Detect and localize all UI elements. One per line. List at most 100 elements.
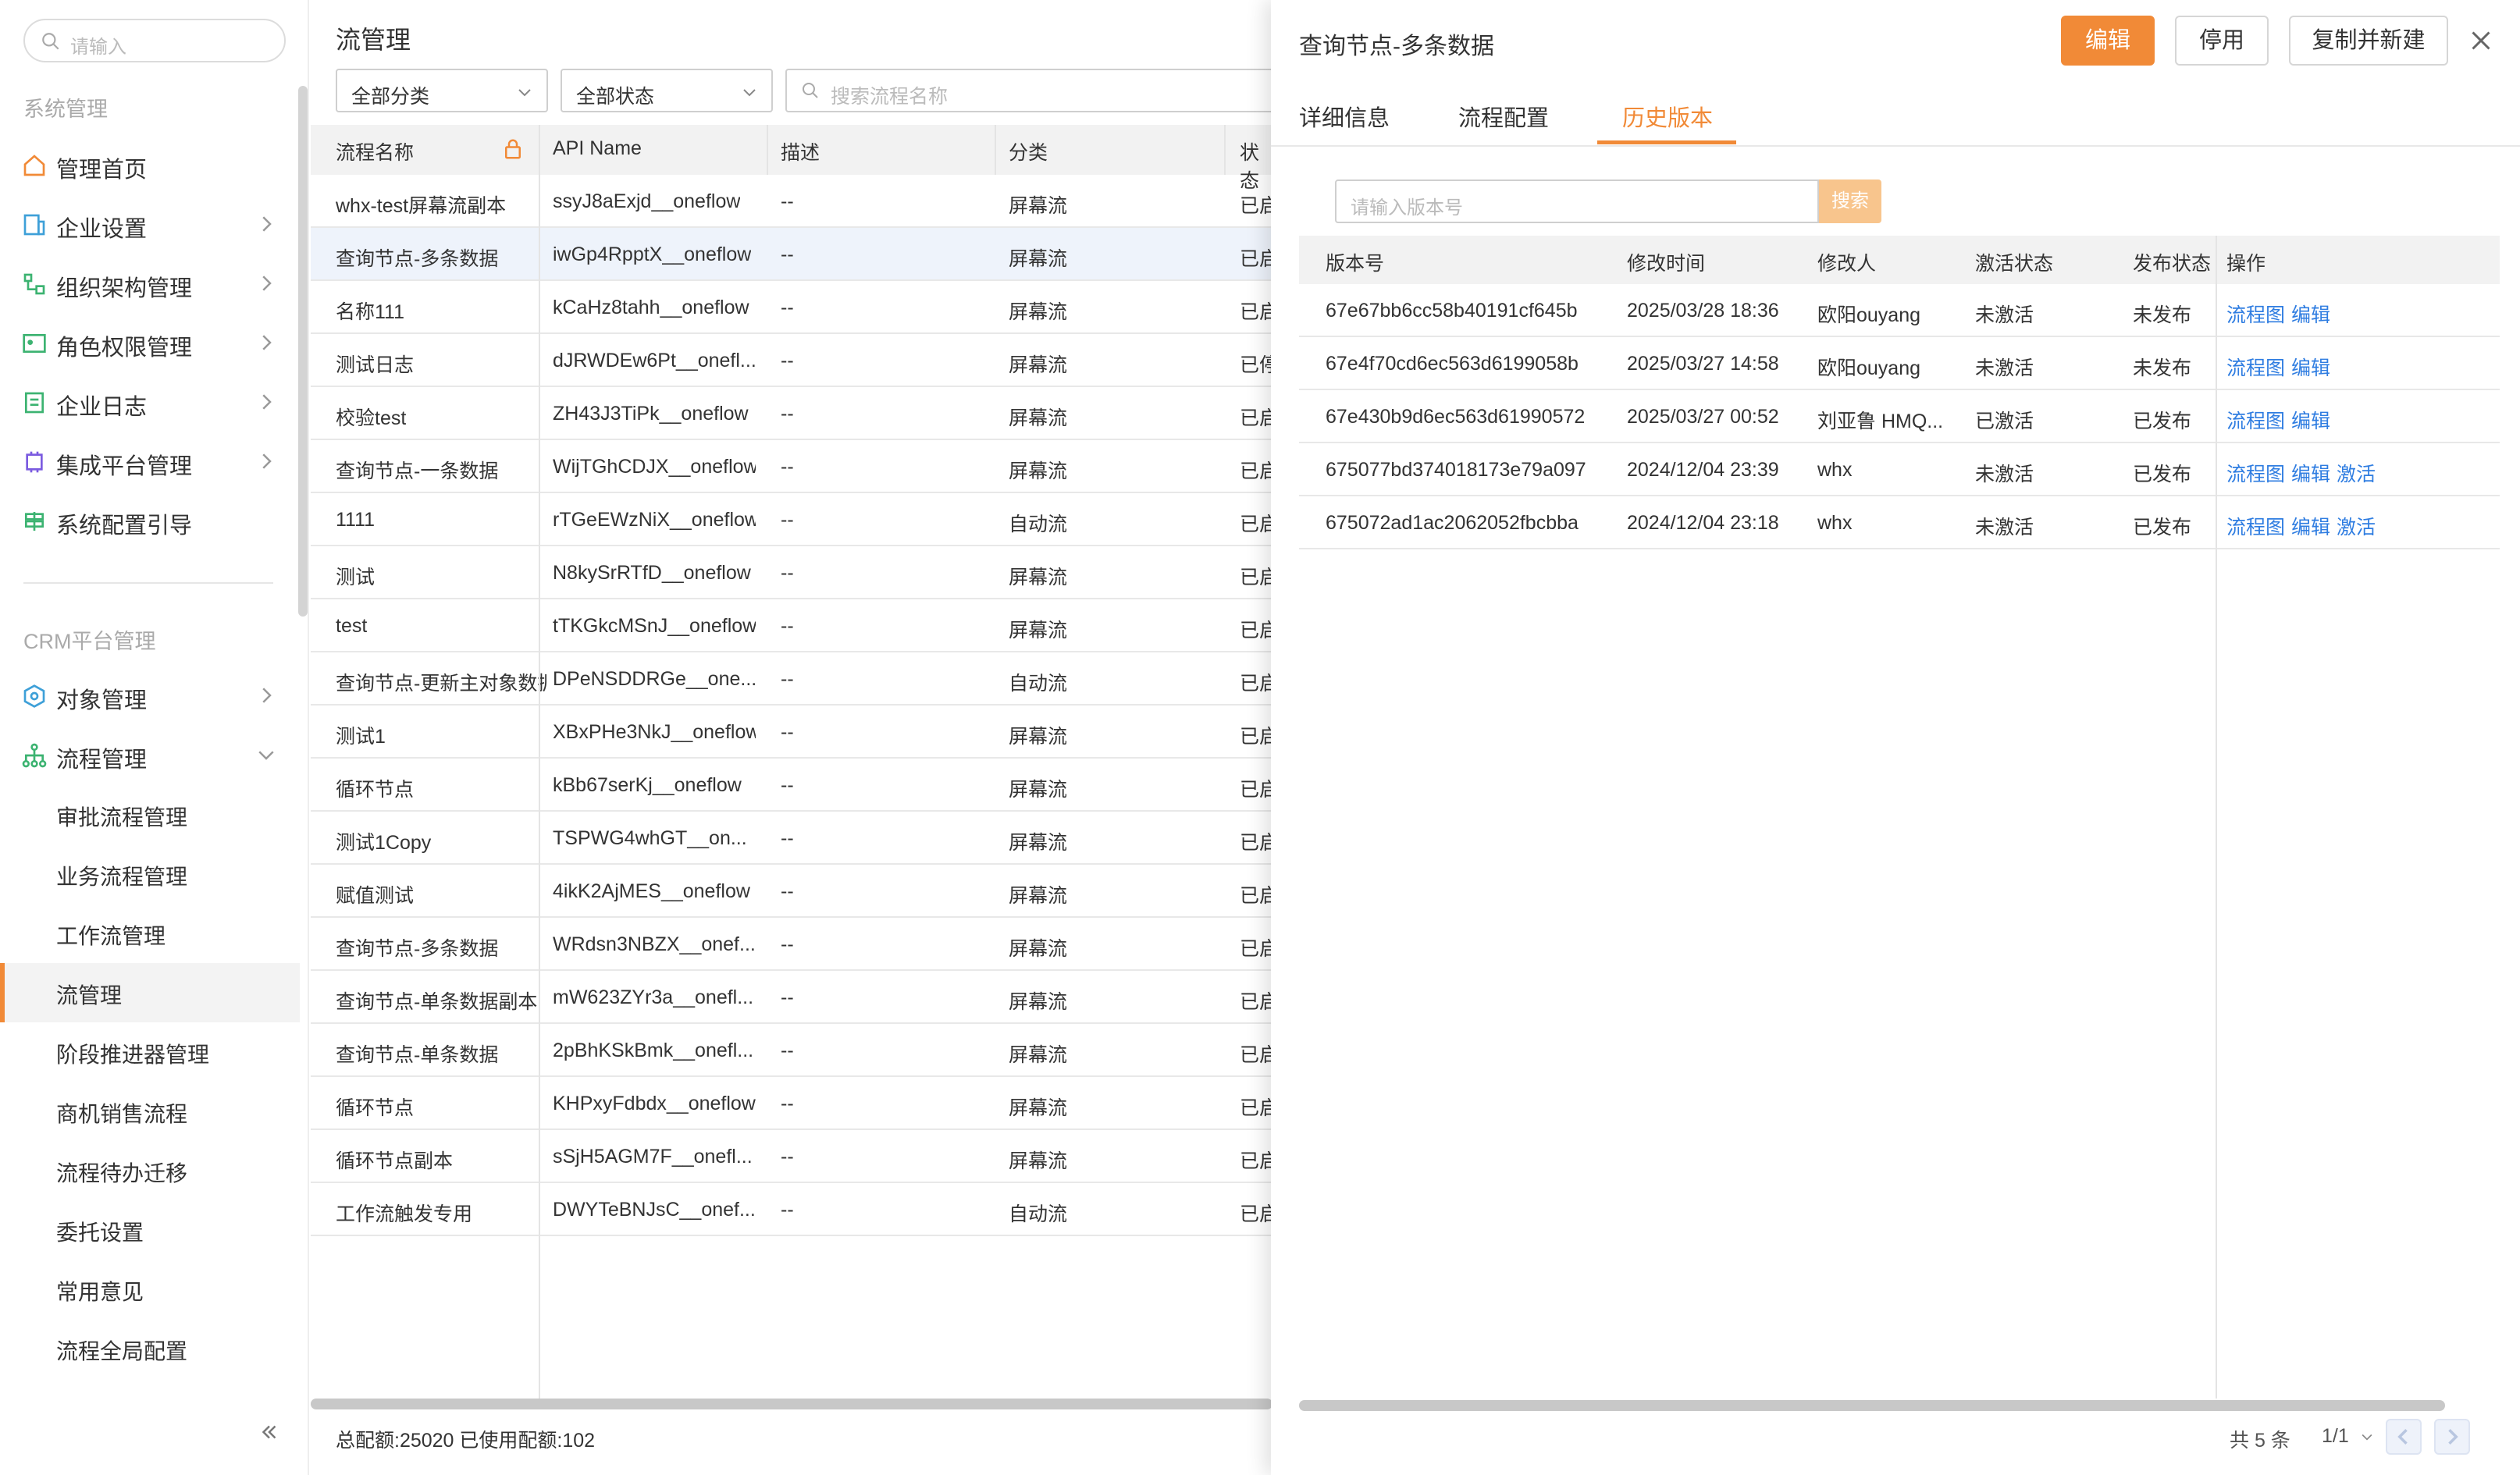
table-row[interactable]: 工作流触发专用 DWYTeBNJsC__onef... -- 自动流 已启 [311,1183,1272,1236]
table-cell-api: sSjH5AGM7F__onefl... [553,1146,753,1168]
status-select[interactable]: 全部状态 [561,69,773,112]
table-horizontal-scrollbar[interactable] [311,1399,1272,1409]
sidebar-subitem[interactable]: 常用意见 [0,1260,300,1319]
edit-button[interactable]: 编辑 [2061,16,2155,66]
sidebar-subitem[interactable]: 流程待办迁移 [0,1141,300,1200]
table-cell-desc: -- [781,668,794,690]
table-row[interactable]: 循环节点副本 sSjH5AGM7F__onefl... -- 屏幕流 已启 [311,1130,1272,1183]
table-row[interactable]: 查询节点-多条数据 WRdsn3NBZX__onef... -- 屏幕流 已启 [311,918,1272,971]
table-cell-cat: 屏幕流 [1009,567,1068,588]
copy-and-create-button[interactable]: 复制并新建 [2289,16,2448,66]
sidebar-subitem[interactable]: 委托设置 [0,1200,300,1260]
version-action-link[interactable]: 编辑 [2291,517,2330,538]
table-cell-api: kCaHz8tahh__oneflow [553,297,749,318]
table-row[interactable]: 循环节点 kBb67serKj__oneflow -- 屏幕流 已启 [311,759,1272,812]
sidebar-subitem[interactable]: 商机销售流程 [0,1082,300,1141]
table-row[interactable]: 1111 rTGeEWzNiX__oneflow -- 自动流 已启 [311,493,1272,546]
version-action-link[interactable]: 编辑 [2291,357,2330,379]
version-action-link[interactable]: 编辑 [2291,304,2330,326]
sidebar-item-objects[interactable]: 对象管理 [0,666,300,726]
version-action-link[interactable]: 流程图 [2226,357,2285,379]
table-row[interactable]: 查询节点-单条数据副本 mW623ZYr3a__onefl... -- 屏幕流 已启 [311,971,1272,1024]
lock-icon[interactable] [501,137,525,161]
table-cell-status: 已启 [1240,779,1271,801]
table-row[interactable]: 测试日志 dJRWDEw6Pt__onefl... -- 屏幕流 已停 [311,334,1272,387]
table-row[interactable]: 查询节点-多条数据 iwGp4RpptX__oneflow -- 屏幕流 已启 [311,228,1272,281]
sidebar-subitem-label: 工作流管理 [56,924,166,948]
column-header-modifier: 修改人 [1817,253,1877,275]
table-cell-api: ssyJ8aExjd__oneflow [553,190,741,212]
table-cell-api: TSPWG4whGT__on... [553,827,747,849]
version-action-link[interactable]: 编辑 [2291,411,2330,432]
sidebar-subitem[interactable]: 业务流程管理 [0,844,300,904]
table-row[interactable]: test tTKGkcMSnJ__oneflow -- 屏幕流 已启 [311,599,1272,652]
table-row[interactable]: 赋值测试 4ikK2AjMES__oneflow -- 屏幕流 已启 [311,865,1272,918]
sidebar-item-integration[interactable]: 集成平台管理 [0,432,300,492]
chevron-right-icon [262,394,272,410]
prev-page-button[interactable] [2386,1419,2422,1455]
table-row[interactable]: 循环节点 KHPxyFdbdx__oneflow -- 屏幕流 已启 [311,1077,1272,1130]
table-row[interactable]: 校验test ZH43J3TiPk__oneflow -- 屏幕流 已启 [311,387,1272,440]
version-cell-time: 2025/03/27 00:52 [1627,406,1779,428]
sidebar-subitem-label: 阶段推进器管理 [56,1043,210,1067]
version-action-link[interactable]: 流程图 [2226,411,2285,432]
table-cell-cat: 屏幕流 [1009,460,1068,482]
table-cell-desc: -- [781,774,794,796]
sidebar-subitem[interactable]: 流程全局配置 [0,1319,300,1378]
version-actions: 流程图 编辑 [2226,406,2337,434]
table-row[interactable]: whx-test屏幕流副本 ssyJ8aExjd__oneflow -- 屏幕流 已启 [311,175,1272,228]
table-cell-desc: -- [781,1146,794,1168]
version-row: 675077bd374018173e79a097 2024/12/04 23:39… [1299,443,2500,496]
version-action-link[interactable]: 激活 [2337,517,2376,538]
sidebar-search-input[interactable]: 请输入 [23,19,286,62]
version-table-scrollbar[interactable] [1299,1400,2445,1411]
tab-history-versions[interactable]: 历史版本 [1622,100,1713,133]
sidebar-item-flow-management[interactable]: 流程管理 [0,726,300,785]
page-indicator[interactable]: 1/1 [2322,1425,2375,1448]
sidebar-item-roles[interactable]: 角色权限管理 [0,314,300,373]
version-action-link[interactable]: 编辑 [2291,464,2330,485]
table-row[interactable]: 测试1Copy TSPWG4whGT__on... -- 屏幕流 已启 [311,812,1272,865]
version-action-link[interactable]: 流程图 [2226,517,2285,538]
version-actions: 流程图 编辑 激活 [2226,459,2382,487]
sidebar-item-config-guide[interactable]: 系统配置引导 [0,492,300,551]
sidebar-item-logs[interactable]: 企业日志 [0,373,300,432]
column-header-desc: 描述 [781,142,820,164]
sidebar-item-label: 管理首页 [56,158,148,183]
chevron-down-icon [518,89,531,97]
table-row[interactable]: 查询节点-单条数据 2pBhKSkBmk__onefl... -- 屏幕流 已启 [311,1024,1272,1077]
sidebar-subitem[interactable]: 流管理 [0,963,300,1022]
close-icon[interactable] [2467,27,2495,55]
flow-search-input[interactable]: 搜索流程名称 [785,69,1285,112]
table-row[interactable]: 查询节点-一条数据 WijTGhCDJX__oneflow -- 屏幕流 已启 [311,440,1272,493]
table-cell-desc: -- [781,721,794,743]
collapse-sidebar-icon[interactable] [258,1420,281,1444]
version-action-link[interactable]: 激活 [2337,464,2376,485]
sidebar-item-enterprise-settings[interactable]: 企业设置 [0,195,300,254]
disable-button[interactable]: 停用 [2175,16,2269,66]
sidebar-subitem[interactable]: 阶段推进器管理 [0,1022,300,1082]
version-row: 67e4f70cd6ec563d6199058b 2025/03/27 14:58… [1299,337,2500,390]
category-select[interactable]: 全部分类 [336,69,548,112]
version-action-link[interactable]: 流程图 [2226,464,2285,485]
version-search-button[interactable]: 搜索 [1819,179,1881,223]
sidebar-subitem[interactable]: 审批流程管理 [0,785,300,844]
table-row[interactable]: 查询节点-更新主对象数据 DPeNSDDRGe__one... -- 自动流 已启 [311,652,1272,706]
column-header-active-status: 激活状态 [1975,253,2054,275]
table-cell-cat: 屏幕流 [1009,991,1068,1013]
next-page-button[interactable] [2434,1419,2470,1455]
column-divider [1224,125,1226,175]
table-row[interactable]: 名称111 kCaHz8tahh__oneflow -- 屏幕流 已启 [311,281,1272,334]
tab-flow-config[interactable]: 流程配置 [1458,100,1549,133]
table-row[interactable]: 测试 N8kySrRTfD__oneflow -- 屏幕流 已启 [311,546,1272,599]
table-cell-cat: 屏幕流 [1009,1044,1068,1066]
tab-details[interactable]: 详细信息 [1299,100,1390,133]
version-action-link[interactable]: 流程图 [2226,304,2285,326]
version-search-input[interactable]: 请输入版本号 [1335,179,1819,223]
table-row[interactable]: 测试1 XBxPHe3NkJ__oneflow -- 屏幕流 已启 [311,706,1272,759]
sidebar-item-org[interactable]: 组织架构管理 [0,254,300,314]
sidebar-item-home[interactable]: 管理首页 [0,136,300,195]
sidebar-scrollbar[interactable] [298,86,308,617]
table-cell-desc: -- [781,827,794,849]
sidebar-subitem[interactable]: 工作流管理 [0,904,300,963]
